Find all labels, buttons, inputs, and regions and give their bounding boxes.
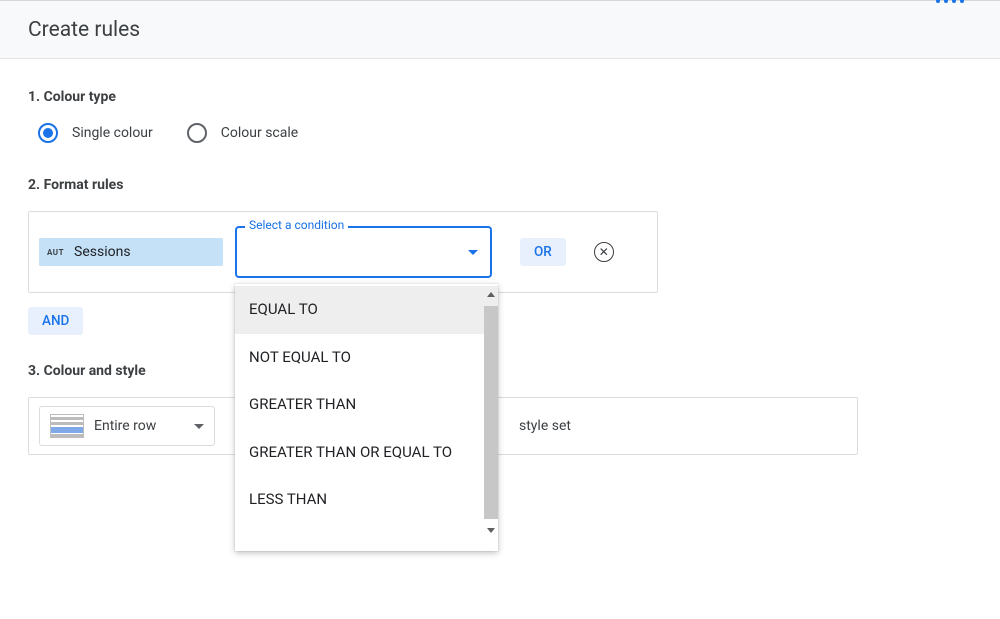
condition-select[interactable] [235,226,492,278]
page-title: Create rules [28,18,140,42]
step-1-title: 1. Colour type [28,89,972,105]
colour-type-radio-row: Single colour Colour scale [38,123,972,143]
condition-dropdown: EQUAL TO NOT EQUAL TO GREATER THAN GREAT… [235,284,498,551]
close-icon: ✕ [599,246,609,258]
remove-rule-button[interactable]: ✕ [594,242,614,262]
condition-option[interactable]: EQUAL TO [235,286,498,334]
metric-tag: AUT [47,248,64,257]
colour-scale-radio[interactable]: Colour scale [187,123,298,143]
condition-option[interactable]: GREATER THAN OR EQUAL TO [235,429,498,477]
scrollbar[interactable] [484,306,498,519]
condition-option[interactable]: GREATER THAN [235,381,498,429]
entire-row-icon [50,414,84,438]
scope-select[interactable]: Entire row [39,406,215,446]
scroll-up-icon[interactable] [487,292,495,297]
metric-chip[interactable]: AUT Sessions [39,238,223,266]
more-dots-icon[interactable] [936,0,964,3]
rule-row: AUT Sessions Select a condition EQUAL TO… [28,211,658,293]
condition-option[interactable]: LESS THAN [235,476,498,524]
radio-selected-icon [38,123,58,143]
panel-header: Create rules [0,1,1000,59]
condition-option[interactable]: LESS THAN OR EQUAL TO [235,524,498,540]
step-3-title: 3. Colour and style [28,363,972,379]
chevron-down-icon [194,424,204,429]
single-colour-radio[interactable]: Single colour [38,123,153,143]
condition-option[interactable]: NOT EQUAL TO [235,334,498,382]
scope-label: Entire row [94,418,184,434]
scroll-down-icon[interactable] [487,528,495,533]
or-button[interactable]: OR [520,238,566,266]
chevron-down-icon [468,250,478,255]
condition-floating-label: Select a condition [245,218,348,232]
metric-name: Sessions [74,244,131,260]
and-button[interactable]: AND [28,307,83,335]
radio-unselected-icon [187,123,207,143]
colour-scale-label: Colour scale [221,125,298,141]
style-status: style set [519,418,571,434]
single-colour-label: Single colour [72,125,153,141]
step-2-title: 2. Format rules [28,177,972,193]
